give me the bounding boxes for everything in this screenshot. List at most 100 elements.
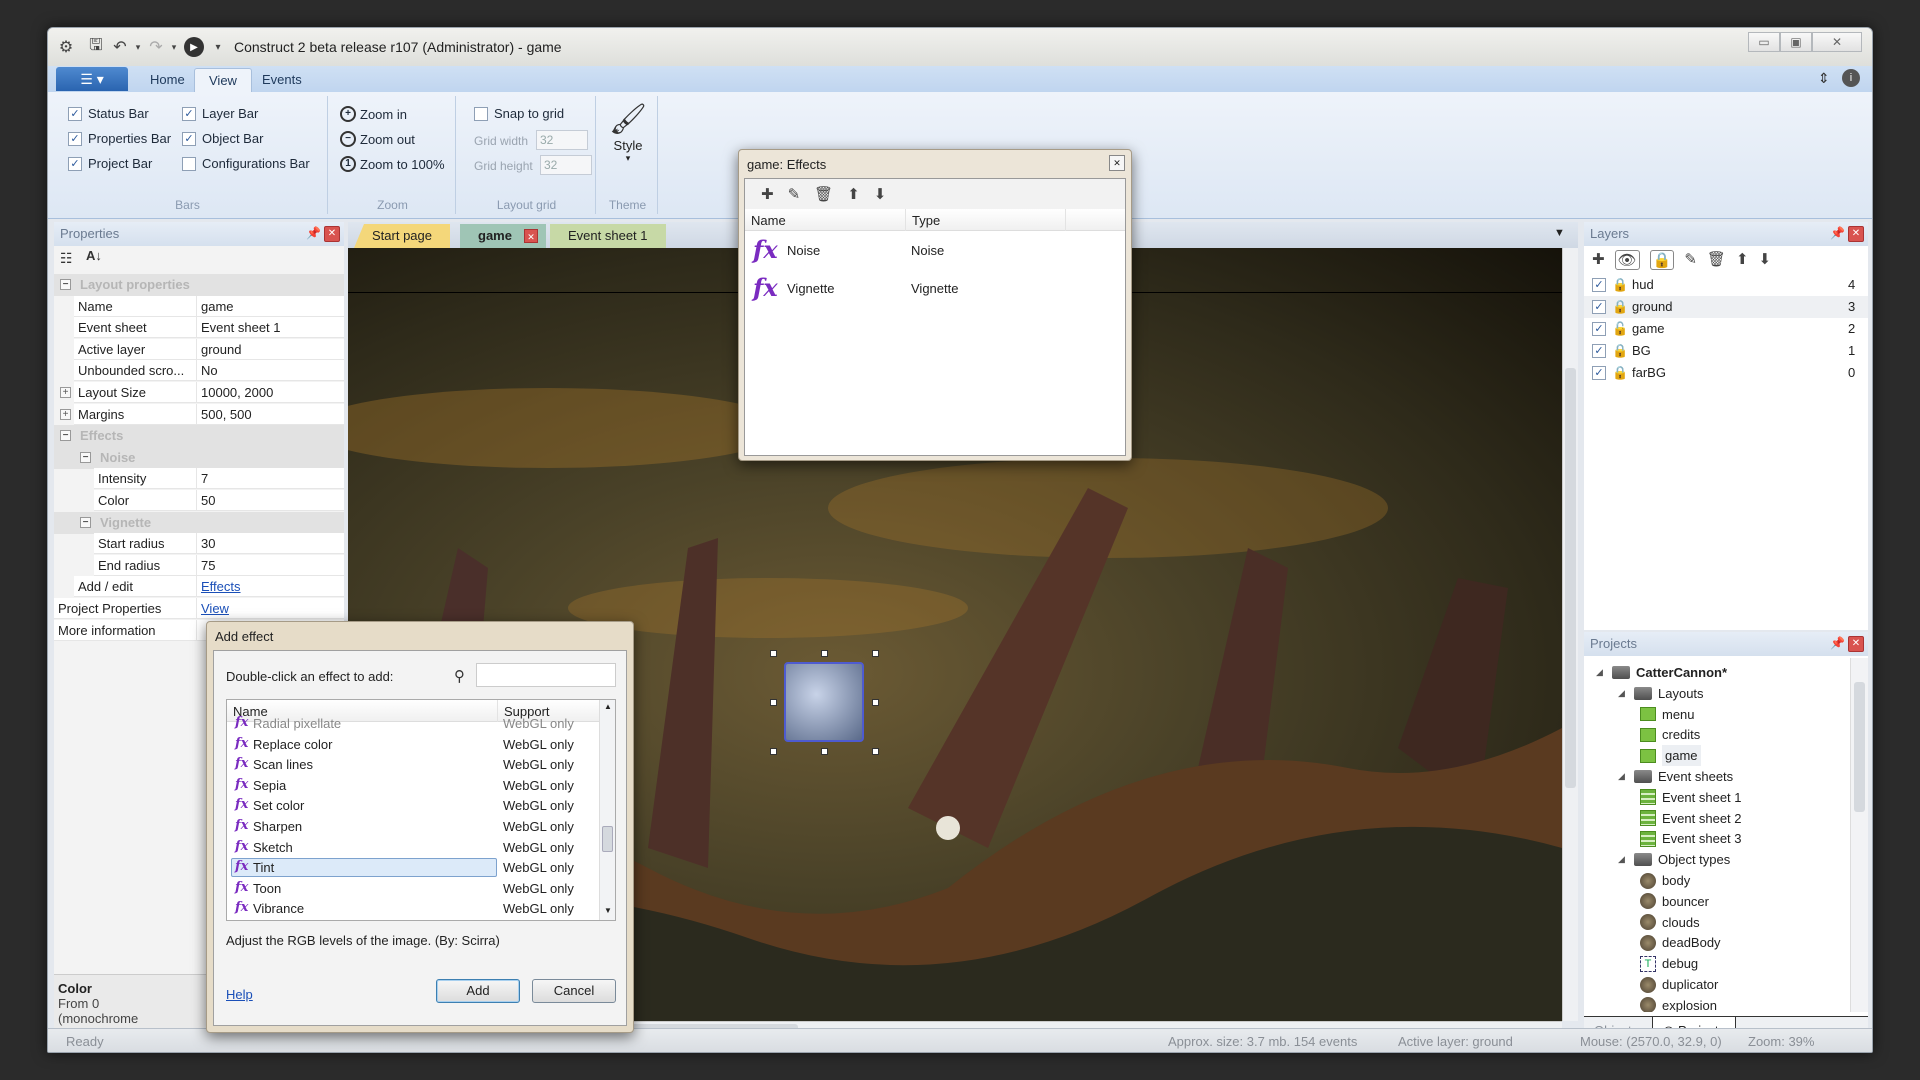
property-value[interactable]: 500, 500 xyxy=(196,403,344,425)
property-category[interactable]: − Noise xyxy=(54,446,344,469)
configurations-bar-checkbox[interactable]: Configurations Bar xyxy=(182,156,310,171)
tree-item[interactable]: Event sheet 2 xyxy=(1640,808,1742,829)
properties-bar-checkbox[interactable]: ✓ Properties Bar xyxy=(68,131,171,146)
tab-game[interactable]: game ✕ xyxy=(460,224,546,248)
resize-handle[interactable] xyxy=(770,650,777,657)
layer-row[interactable]: ✓ 🔒 farBG 0 xyxy=(1584,362,1868,384)
project-bar-checkbox[interactable]: ✓ Project Bar xyxy=(68,156,152,171)
close-button[interactable]: ✕ xyxy=(1812,32,1862,52)
layer-row[interactable]: ✓ 🔒 ground 3 xyxy=(1584,296,1868,318)
effect-row[interactable]: fx Vignette Vignette xyxy=(745,271,1125,307)
cancel-button[interactable]: Cancel xyxy=(532,979,616,1003)
property-row[interactable]: Event sheet Event sheet 1 xyxy=(54,317,344,339)
expand-icon[interactable]: + xyxy=(60,387,71,398)
expand-triangle-icon[interactable]: ◢ xyxy=(1596,662,1606,683)
undo-dropdown-icon[interactable]: ▾ xyxy=(128,37,148,57)
move-down-icon[interactable]: ⬇ xyxy=(874,185,887,203)
scroll-down-icon[interactable]: ▼ xyxy=(604,906,612,915)
effect-list-item[interactable]: fx Tint WebGL only xyxy=(227,858,599,878)
redo-dropdown-icon[interactable]: ▾ xyxy=(164,37,184,57)
undo-icon[interactable]: ↶ xyxy=(110,37,130,57)
layer-row[interactable]: ✓ 🔓 game 2 xyxy=(1584,318,1868,340)
resize-handle[interactable] xyxy=(821,748,828,755)
delete-icon[interactable]: 🗑 xyxy=(1707,250,1726,270)
visibility-checkbox[interactable]: ✓ xyxy=(1592,366,1606,380)
effect-list-item[interactable]: fx Toon WebGL only xyxy=(227,879,599,899)
redo-icon[interactable]: ↷ xyxy=(146,37,166,57)
resize-handle[interactable] xyxy=(821,650,828,657)
tree-item[interactable]: clouds xyxy=(1640,912,1700,933)
grid-width-input[interactable]: 32 xyxy=(536,130,588,150)
scroll-thumb[interactable] xyxy=(1565,368,1576,788)
visibility-checkbox[interactable]: ✓ xyxy=(1592,278,1606,292)
panel-close-button[interactable]: ✕ xyxy=(324,226,340,242)
edit-icon[interactable]: ✎ xyxy=(1684,250,1697,270)
property-row[interactable]: Color 50 xyxy=(54,490,344,512)
canvas-vertical-scrollbar[interactable] xyxy=(1562,248,1578,1021)
tree-item[interactable]: explosion xyxy=(1640,995,1717,1012)
effect-list-item[interactable]: fx Set color WebGL only xyxy=(227,796,599,816)
expand-triangle-icon[interactable]: ◢ xyxy=(1618,683,1628,704)
panel-close-button[interactable]: ✕ xyxy=(1848,226,1864,242)
object-bar-checkbox[interactable]: ✓ Object Bar xyxy=(182,131,263,146)
property-value[interactable]: 50 xyxy=(196,490,344,511)
property-value[interactable]: 10000, 2000 xyxy=(196,382,344,403)
effect-search-input[interactable] xyxy=(476,663,616,687)
tree-item[interactable]: menu xyxy=(1640,704,1695,725)
tabs-dropdown-icon[interactable]: ▼ xyxy=(1554,227,1565,239)
grid-height-input[interactable]: 32 xyxy=(540,155,592,175)
dialog-close-button[interactable]: ✕ xyxy=(1109,155,1125,171)
property-value[interactable]: 7 xyxy=(196,468,344,490)
visibility-checkbox[interactable]: ✓ xyxy=(1592,322,1606,336)
minimize-button[interactable]: ▭ xyxy=(1748,32,1780,52)
add-icon[interactable]: ✚ xyxy=(761,185,774,203)
layer-row[interactable]: ✓ 🔒 BG 1 xyxy=(1584,340,1868,362)
tree-item[interactable]: Event sheet 3 xyxy=(1640,828,1742,849)
column-header-name[interactable]: Name xyxy=(751,213,786,228)
status-bar-checkbox[interactable]: ✓ Status Bar xyxy=(68,106,149,121)
add-button[interactable]: Add xyxy=(436,979,520,1003)
selected-sprite[interactable] xyxy=(784,662,864,742)
effect-list-item[interactable]: fx Sepia WebGL only xyxy=(227,776,599,796)
tree-item[interactable]: credits xyxy=(1640,724,1700,745)
property-link[interactable]: View xyxy=(196,598,344,619)
pin-icon[interactable]: 📌 xyxy=(1830,636,1845,650)
property-row[interactable]: Project Properties View xyxy=(54,598,344,620)
unlock-icon[interactable]: 🔓 xyxy=(1612,318,1628,340)
delete-icon[interactable]: 🗑 xyxy=(814,185,833,203)
tab-start-page[interactable]: Start page xyxy=(354,224,450,248)
move-down-icon[interactable]: ⬇ xyxy=(1759,250,1772,270)
property-value[interactable]: No xyxy=(196,360,344,382)
help-link[interactable]: Help xyxy=(226,987,253,1002)
resize-handle[interactable] xyxy=(872,650,879,657)
tree-item[interactable]: body xyxy=(1640,870,1690,891)
tree-item[interactable]: ◢ Event sheets xyxy=(1618,766,1733,787)
scroll-thumb[interactable] xyxy=(602,826,613,852)
edit-icon[interactable]: ✎ xyxy=(788,185,801,203)
visibility-checkbox[interactable]: ✓ xyxy=(1592,300,1606,314)
expand-triangle-icon[interactable]: ◢ xyxy=(1618,766,1628,787)
property-category[interactable]: − Vignette xyxy=(54,511,344,534)
expand-triangle-icon[interactable]: ◢ xyxy=(1618,849,1628,870)
property-category[interactable]: − Layout properties xyxy=(54,274,344,296)
lock-icon[interactable]: 🔒 xyxy=(1612,340,1628,362)
resize-handle[interactable] xyxy=(872,748,879,755)
expand-icon[interactable]: + xyxy=(60,408,71,420)
property-row[interactable]: Intensity 7 xyxy=(54,468,344,490)
property-value[interactable]: 75 xyxy=(196,554,344,576)
tree-item[interactable]: ◢ Object types xyxy=(1618,849,1730,870)
property-row[interactable]: Unbounded scro... No xyxy=(54,360,344,382)
effect-list-item[interactable]: fx Scan lines WebGL only xyxy=(227,755,599,775)
tree-item[interactable]: game xyxy=(1640,745,1701,767)
scroll-up-icon[interactable]: ▲ xyxy=(604,702,612,711)
tree-item[interactable]: Tdebug xyxy=(1640,953,1698,974)
effect-list-scrollbar[interactable]: ▲ ▼ xyxy=(599,700,615,920)
resize-handle[interactable] xyxy=(770,748,777,755)
sort-alpha-icon[interactable]: A↓ xyxy=(86,248,102,263)
lock-icon[interactable]: 🔒 xyxy=(1649,250,1675,270)
tree-item[interactable]: ◢ Layouts xyxy=(1618,683,1704,704)
scroll-thumb[interactable] xyxy=(1854,682,1865,812)
property-value[interactable]: game xyxy=(196,295,344,317)
move-up-icon[interactable]: ⬆ xyxy=(847,185,860,203)
property-row[interactable]: Add / edit Effects xyxy=(54,576,344,598)
